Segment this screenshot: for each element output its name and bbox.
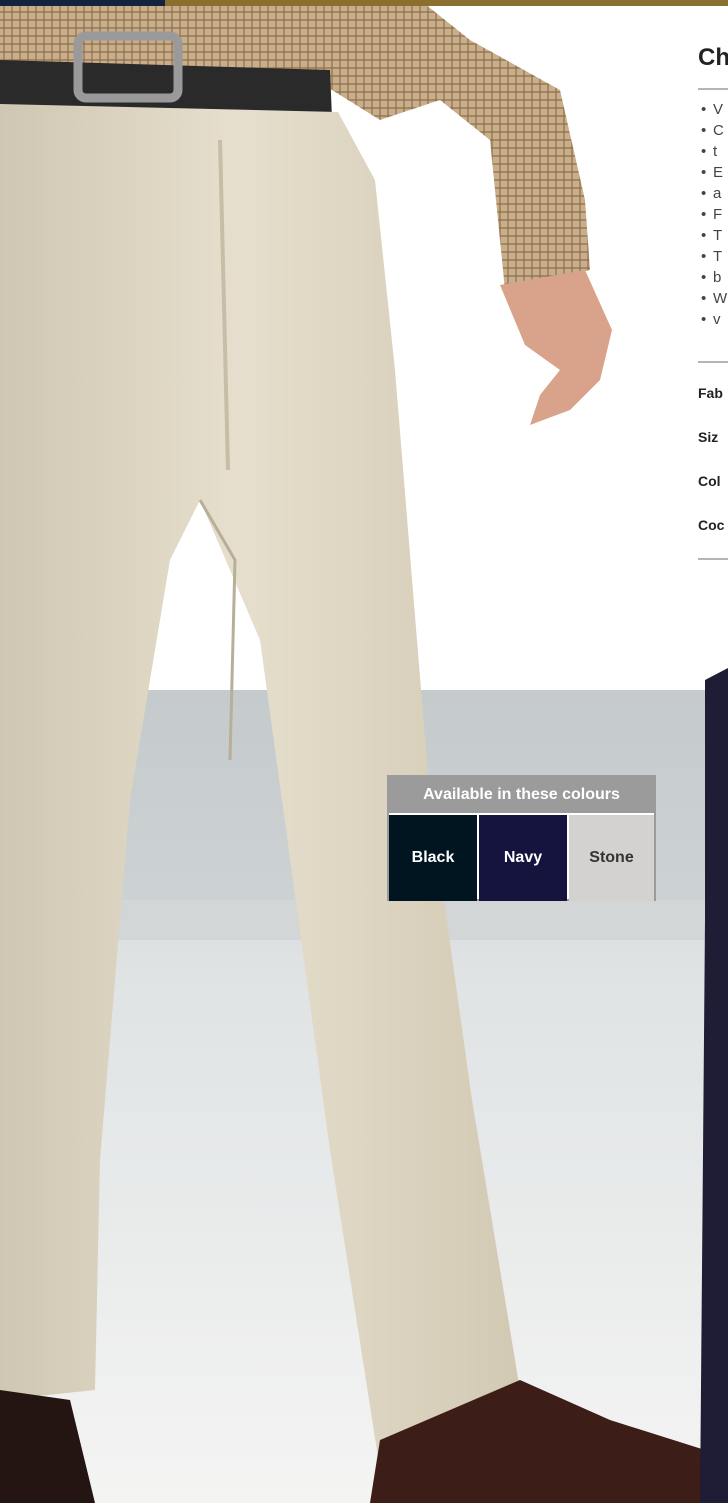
feature-item-cont: a — [698, 184, 727, 203]
feature-item-cont: t — [698, 142, 727, 161]
spec-table: Fab Siz Col Coc — [698, 385, 724, 561]
spec-colours-label: Col — [698, 473, 721, 489]
specs-divider-bottom — [698, 558, 728, 560]
spec-fabric-label: Fab — [698, 385, 723, 401]
specs-divider-top — [698, 361, 728, 363]
spec-code-label: Coc — [698, 517, 725, 533]
top-rule-accent — [0, 0, 165, 6]
colour-options-box: Available in these colours Black Navy St… — [387, 775, 656, 901]
feature-list: V C t E a F T T b W v — [698, 100, 727, 331]
feature-item: C — [698, 121, 727, 140]
colour-options-heading: Available in these colours — [389, 777, 654, 813]
product-photo — [0, 0, 728, 1503]
feature-item-cont: v — [698, 310, 727, 329]
swatch-navy: Navy — [479, 815, 567, 901]
feature-item-cont: b — [698, 268, 727, 287]
title-divider — [698, 88, 728, 90]
feature-item: V — [698, 100, 727, 119]
product-title: Ch — [698, 44, 728, 71]
feature-item: F — [698, 205, 727, 224]
swatch-stone: Stone — [569, 815, 654, 901]
catalogue-page: Ch V C t E a F T T b W v Fab Siz Col Coc… — [0, 0, 728, 1503]
spec-sizes-label: Siz — [698, 429, 719, 445]
feature-item: T — [698, 226, 727, 245]
swatch-black: Black — [389, 815, 477, 901]
feature-item: T — [698, 247, 727, 266]
feature-item: E — [698, 163, 727, 182]
feature-item: W — [698, 289, 727, 308]
